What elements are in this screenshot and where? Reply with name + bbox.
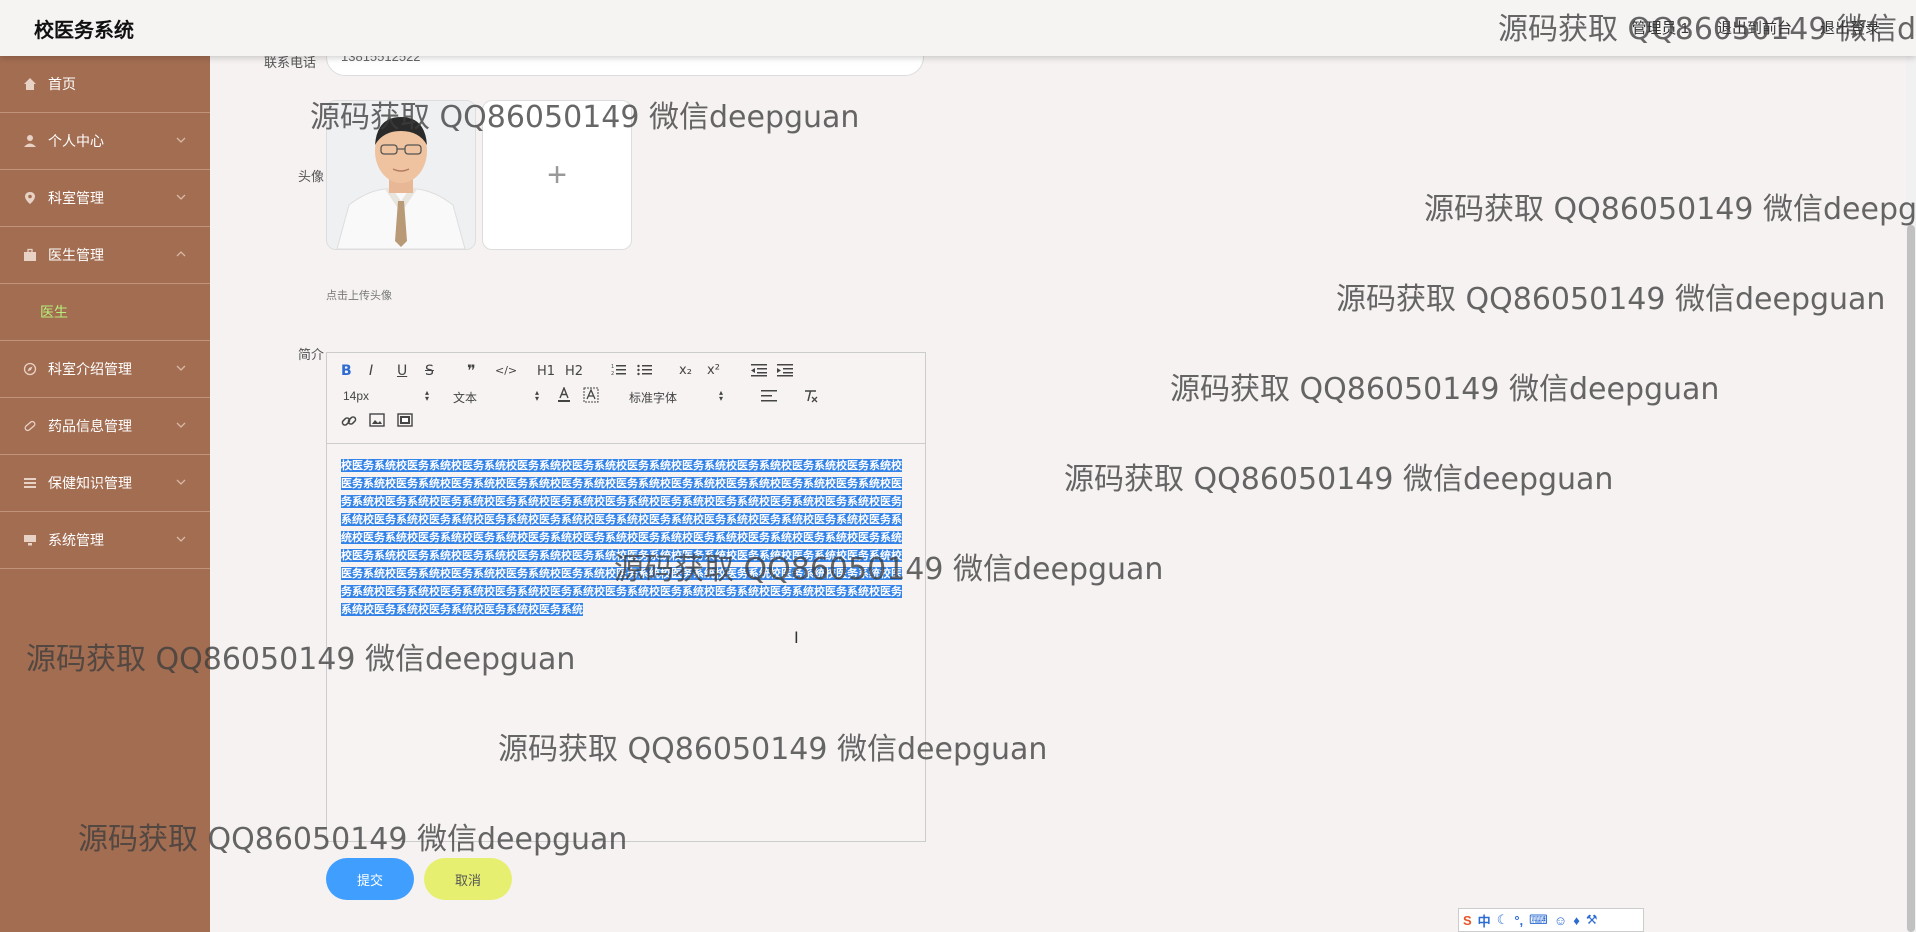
underline-button[interactable]: U <box>397 363 407 379</box>
bold-button[interactable]: B <box>341 363 352 379</box>
chevron-down-icon <box>176 479 186 485</box>
editor-content[interactable]: 校医务系统校医务系统校医务系统校医务系统校医务系统校医务系统校医务系统校医务系统… <box>341 457 903 619</box>
punctuation-icon[interactable]: °, <box>1514 913 1523 928</box>
paragraph-select[interactable]: 文本 ▴ ▾ <box>453 388 539 406</box>
outdent-icon[interactable] <box>751 363 767 381</box>
sidebar-item-label: 首页 <box>48 76 76 92</box>
home-icon <box>22 76 38 92</box>
list-icon <box>22 475 38 491</box>
avatar-image[interactable] <box>326 100 476 250</box>
app-title: 校医务系统 <box>34 18 134 42</box>
logout-link[interactable]: 退出登录 <box>1820 17 1880 38</box>
editor-selected-text: 校医务系统校医务系统校医务系统校医务系统校医务系统校医务系统校医务系统校医务系统… <box>341 459 902 616</box>
sidebar-item-label: 药品信息管理 <box>48 418 132 434</box>
compass-icon <box>22 361 38 377</box>
skin-icon[interactable]: ♦ <box>1573 913 1580 928</box>
user-info[interactable]: 管理员 1 <box>1631 17 1689 38</box>
sidebar-item-profile[interactable]: 个人中心 <box>0 113 210 170</box>
ime-mode-label[interactable]: 中 <box>1478 911 1491 930</box>
chevron-down-icon <box>176 137 186 143</box>
svg-text:2: 2 <box>611 371 614 377</box>
select-arrows-icon: ▴ ▾ <box>534 388 539 403</box>
svg-text:1: 1 <box>611 364 614 370</box>
ime-toolbar[interactable]: S 中 ☾ °, ⌨ ☺ ♦ ⚒ <box>1458 908 1644 932</box>
rich-text-editor[interactable]: B I U S ❞ </> H1 H2 12 x₂ x² 14px ▴ ▾ 文本… <box>326 352 926 842</box>
subscript-button[interactable]: x₂ <box>679 363 692 378</box>
sidebar-item-home[interactable]: 首页 <box>0 56 210 113</box>
chevron-up-icon <box>176 251 186 257</box>
top-bar: 校医务系统 管理员 1 退出到前台 退出登录 <box>0 0 1916 56</box>
pill-icon <box>22 418 38 434</box>
monitor-icon <box>22 532 38 548</box>
editor-toolbar: B I U S ❞ </> H1 H2 12 x₂ x² 14px ▴ ▾ 文本… <box>327 353 925 444</box>
sidebar-item-system[interactable]: 系统管理 <box>0 512 210 569</box>
select-arrows-icon: ▴ ▾ <box>718 388 723 403</box>
heading-1-button[interactable]: H1 <box>537 364 555 379</box>
background-color-icon[interactable] <box>583 387 599 407</box>
font-size-select[interactable]: 14px ▴ ▾ <box>343 388 429 404</box>
font-family-value: 标准字体 <box>629 391 678 405</box>
back-to-front-link[interactable]: 退出到前台 <box>1717 17 1792 38</box>
font-size-value: 14px <box>343 389 370 403</box>
sidebar-item-label: 保健知识管理 <box>48 475 132 491</box>
font-color-icon[interactable] <box>557 386 571 407</box>
location-icon <box>22 190 38 206</box>
cancel-button[interactable]: 取消 <box>424 858 512 900</box>
text-cursor-icon: Ⅰ <box>794 630 799 647</box>
sidebar-item-department[interactable]: 科室管理 <box>0 170 210 227</box>
chevron-down-icon <box>176 422 186 428</box>
heading-2-button[interactable]: H2 <box>565 364 583 379</box>
video-icon[interactable] <box>397 413 413 431</box>
sidebar-item-label: 个人中心 <box>48 133 104 149</box>
chevron-down-icon <box>176 194 186 200</box>
chevron-down-icon <box>176 365 186 371</box>
blockquote-button[interactable]: ❞ <box>467 361 476 380</box>
sidebar-item-label: 科室管理 <box>48 190 104 206</box>
wrench-icon[interactable]: ⚒ <box>1586 912 1598 928</box>
superscript-button[interactable]: x² <box>707 363 720 378</box>
upload-hint: 点击上传头像 <box>326 290 392 302</box>
moon-icon[interactable]: ☾ <box>1497 912 1509 928</box>
user-icon[interactable]: ☺ <box>1554 913 1567 928</box>
link-icon[interactable] <box>341 413 357 433</box>
strike-button[interactable]: S <box>425 363 434 379</box>
plus-icon: + <box>547 155 567 194</box>
sidebar-item-health-knowledge[interactable]: 保健知识管理 <box>0 455 210 512</box>
sidebar-item-label: 系统管理 <box>48 532 104 548</box>
briefcase-icon <box>22 247 38 263</box>
submit-button[interactable]: 提交 <box>326 858 414 900</box>
chevron-down-icon <box>176 536 186 542</box>
avatar-label: 头像 <box>297 169 324 184</box>
select-arrows-icon: ▴ ▾ <box>424 388 429 403</box>
doctor-photo <box>327 101 475 249</box>
keyboard-icon[interactable]: ⌨ <box>1529 912 1548 928</box>
sidebar-subitem-label: 医生 <box>40 304 68 320</box>
user-icon <box>22 133 38 149</box>
scrollbar-thumb[interactable] <box>1907 225 1915 932</box>
bullet-list-icon[interactable] <box>637 363 653 381</box>
sidebar-item-doctor-management[interactable]: 医生管理 <box>0 227 210 284</box>
sidebar-item-drug-info[interactable]: 药品信息管理 <box>0 398 210 455</box>
sogou-logo-icon: S <box>1463 912 1472 928</box>
upload-avatar-button[interactable]: + <box>482 100 632 250</box>
code-block-button[interactable]: </> <box>495 364 517 377</box>
sidebar-item-label: 医生管理 <box>48 247 104 263</box>
font-family-select[interactable]: 标准字体 ▴ ▾ <box>629 388 723 406</box>
sidebar-item-department-intro[interactable]: 科室介绍管理 <box>0 341 210 398</box>
paragraph-value: 文本 <box>453 391 478 405</box>
indent-icon[interactable] <box>777 363 793 381</box>
italic-button[interactable]: I <box>369 363 373 379</box>
intro-label: 简介 <box>297 347 324 362</box>
align-icon[interactable] <box>761 389 777 407</box>
sidebar-item-label: 科室介绍管理 <box>48 361 132 377</box>
main-content: 联系电话 13815512522 头像 + 点击上传头像 简介 B I U S <box>210 0 1876 932</box>
sidebar-subitem-doctor[interactable]: 医生 <box>0 284 210 341</box>
clear-format-icon[interactable] <box>803 389 819 407</box>
image-icon[interactable] <box>369 413 385 431</box>
ordered-list-icon[interactable]: 12 <box>611 363 627 381</box>
sidebar: 首页 个人中心 科室管理 医生管理 医生 科室介绍管理 药品信息管理 保健知识管… <box>0 56 210 932</box>
header-actions: 管理员 1 退出到前台 退出登录 <box>1631 17 1880 38</box>
